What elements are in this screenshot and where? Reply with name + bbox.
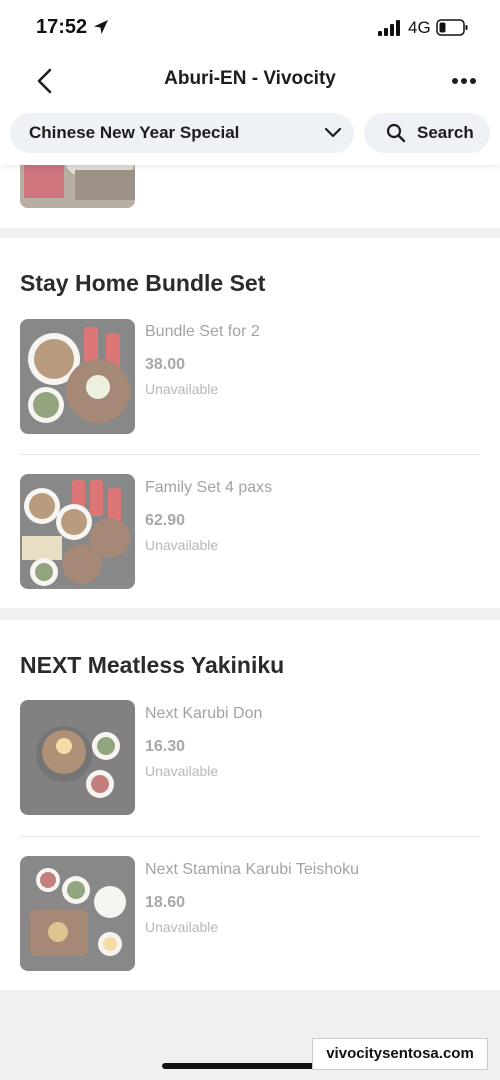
menu-item[interactable]: Next Stamina Karubi Teishoku 18.60 Unava… <box>0 856 500 1006</box>
filter-bar: Chinese New Year Special Search <box>0 113 500 153</box>
section-title: NEXT Meatless Yakiniku <box>20 652 285 678</box>
search-label: Search <box>417 123 474 142</box>
item-status: Unavailable <box>145 381 219 397</box>
app-header: 17:52 4G Aburi-EN - Vivocity Chinese New… <box>0 0 500 165</box>
item-image <box>20 700 135 815</box>
section-stay-home-bundle: Stay Home Bundle Set Bundle Set for 2 38… <box>0 238 500 608</box>
menu-item[interactable]: Family Set 4 paxs 62.90 Unavailable <box>0 474 500 624</box>
status-time: 17:52 <box>36 16 88 38</box>
more-options-icon[interactable] <box>448 66 480 96</box>
item-image <box>20 856 135 971</box>
location-arrow-icon <box>94 20 108 34</box>
page-title: Aburi-EN - Vivocity <box>164 68 336 89</box>
item-name: Bundle Set for 2 <box>145 323 260 340</box>
item-image <box>20 319 135 434</box>
item-name: Family Set 4 paxs <box>145 479 273 496</box>
item-image <box>20 474 135 589</box>
category-dropdown[interactable]: Chinese New Year Special <box>10 113 354 153</box>
network-type: 4G <box>408 18 431 37</box>
cellular-signal-icon <box>378 20 400 36</box>
section-next-meatless-yakiniku: NEXT Meatless Yakiniku Next Karubi Don 1… <box>0 620 500 990</box>
divider <box>20 836 480 837</box>
battery-icon <box>436 19 468 36</box>
item-price: 16.30 <box>145 738 186 755</box>
status-bar: 17:52 4G <box>0 0 500 56</box>
item-price: 62.90 <box>145 512 186 529</box>
item-status: Unavailable <box>145 919 219 935</box>
item-price: 38.00 <box>145 356 186 373</box>
search-button[interactable]: Search <box>364 113 490 153</box>
item-price: 18.60 <box>145 894 186 911</box>
divider <box>20 454 480 455</box>
watermark-text: vivocitysentosa.com <box>312 1038 488 1070</box>
category-label: Chinese New Year Special <box>29 123 240 142</box>
item-name: Next Stamina Karubi Teishoku <box>145 861 360 878</box>
section-title: Stay Home Bundle Set <box>20 270 266 296</box>
nav-bar: Aburi-EN - Vivocity <box>0 56 500 106</box>
menu-item[interactable]: Bundle Set for 2 38.00 Unavailable <box>0 318 500 468</box>
item-status: Unavailable <box>145 763 219 779</box>
search-icon <box>386 123 406 143</box>
menu-item[interactable]: Next Karubi Don 16.30 Unavailable <box>0 700 500 850</box>
item-name: Next Karubi Don <box>145 705 263 722</box>
item-status: Unavailable <box>145 537 219 553</box>
chevron-down-icon <box>324 127 342 138</box>
